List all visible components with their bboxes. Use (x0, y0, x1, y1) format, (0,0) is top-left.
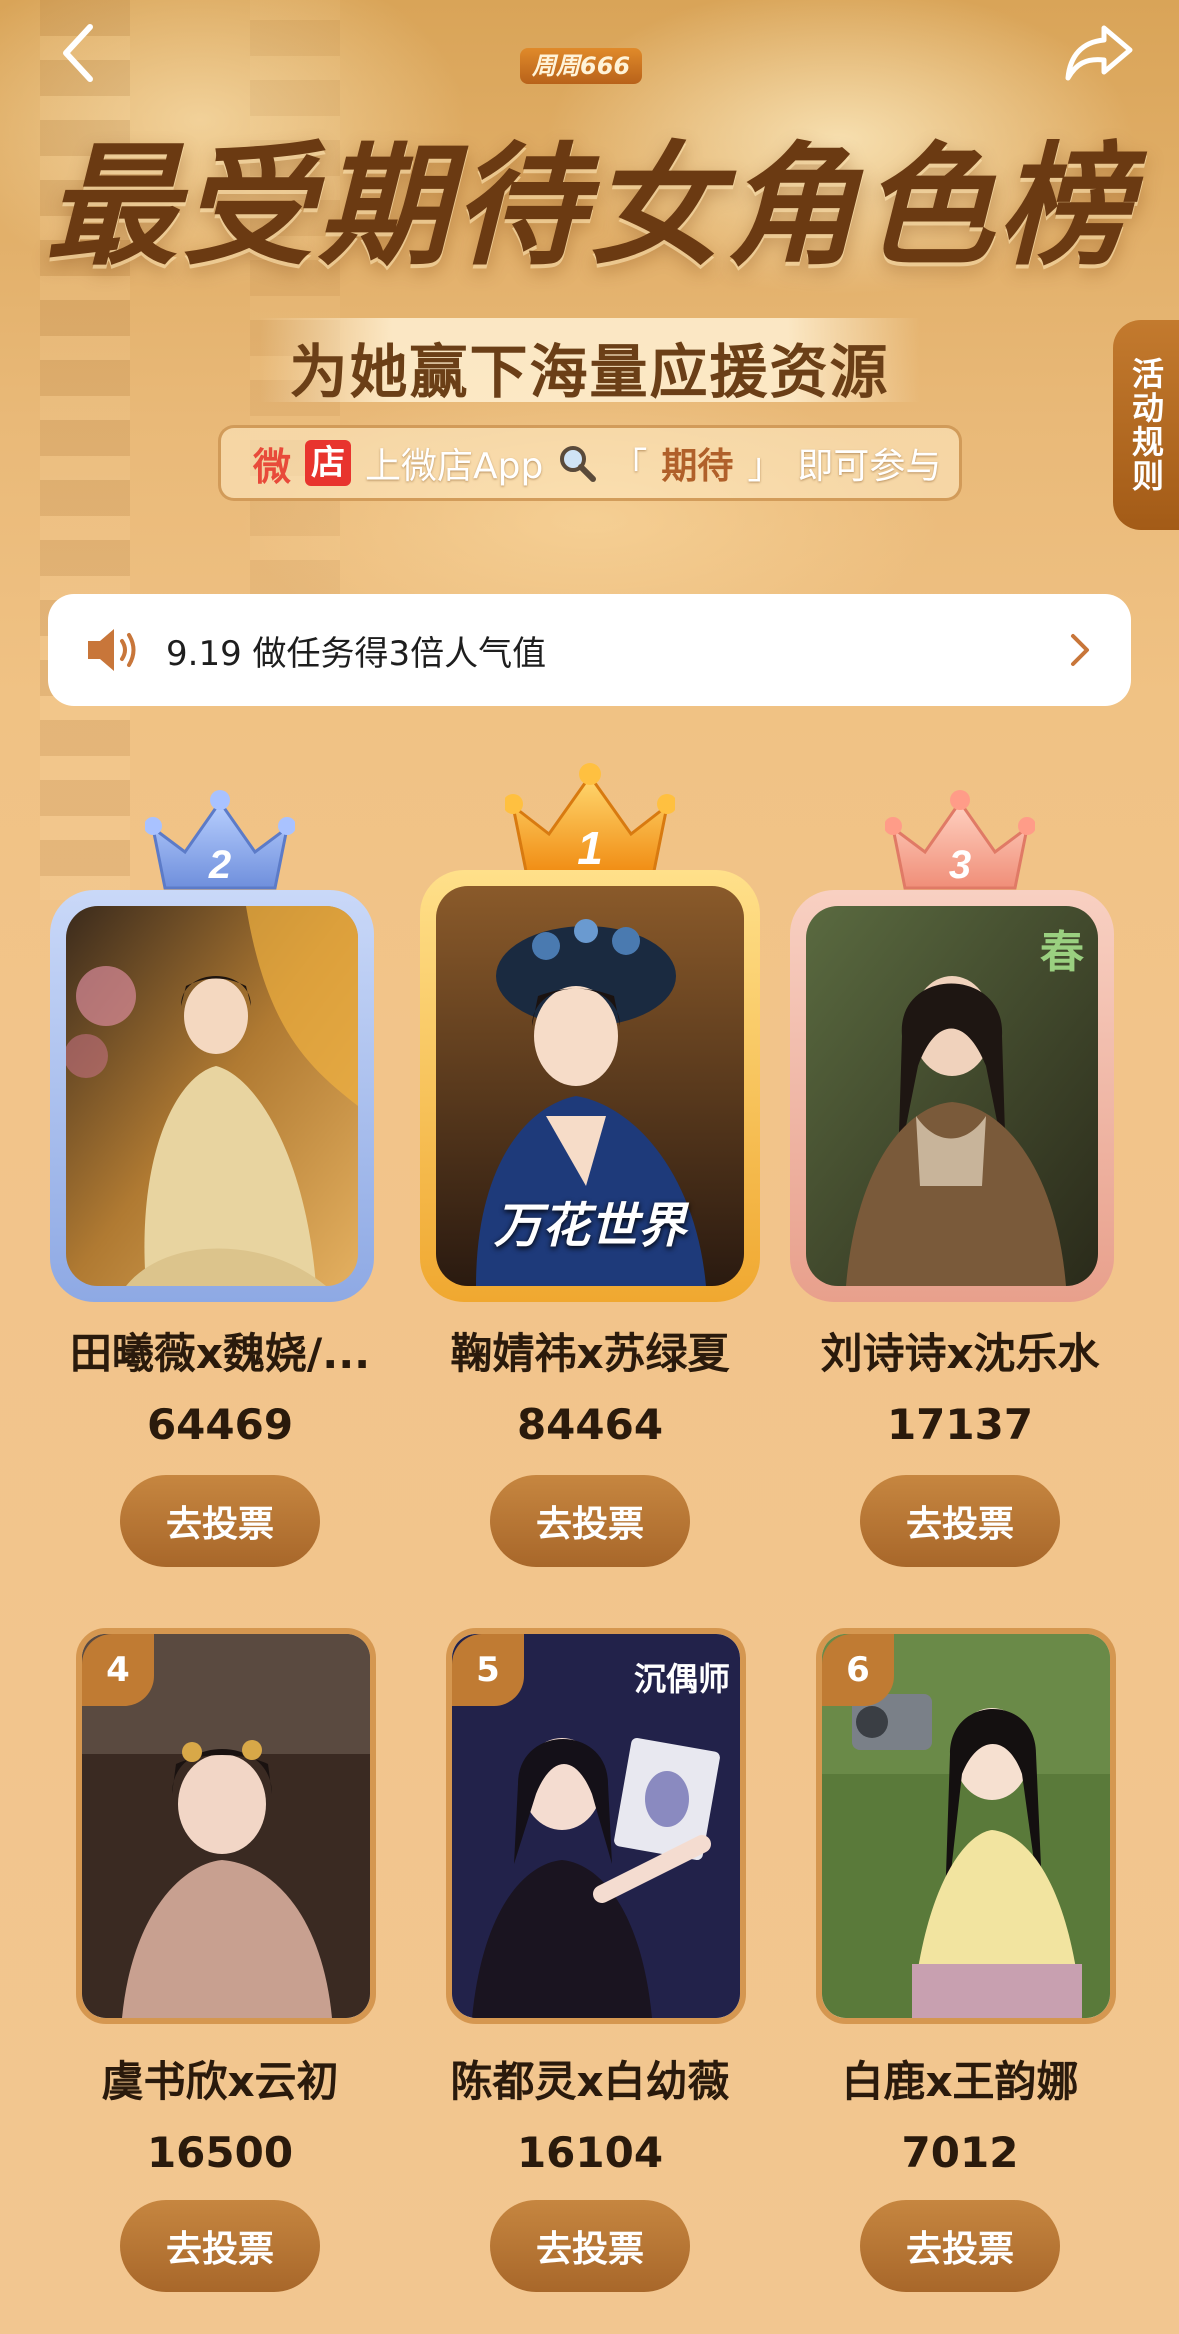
app-hint-suffix: 即可参与 (797, 446, 942, 487)
notice-bar[interactable]: 9.19 做任务得3倍人气值 (48, 594, 1131, 706)
brand-badge: 周周666 (520, 48, 643, 84)
notice-text: 9.19 做任务得3倍人气值 (166, 633, 547, 674)
vote-count: 7012 (901, 2128, 1019, 2177)
app-hint-banner: 微 店 上微店App 「 期待 」 即可参与 (218, 425, 962, 501)
candidate-name: 鞠婧祎x苏绿夏 (450, 1329, 730, 1378)
rank-number: 3 (949, 843, 971, 887)
quote-close: 」 (747, 446, 784, 487)
rank-card-6[interactable]: 6 白鹿x王韵娜 7012 去投票 (790, 1628, 1130, 2328)
rank-2-frame (50, 890, 374, 1302)
candidate-name: 田曦薇x魏娆/... (69, 1329, 371, 1378)
candidate-name: 陈都灵x白幼薇 (450, 2057, 730, 2106)
share-button[interactable] (1059, 18, 1139, 88)
vote-count: 64469 (146, 1400, 294, 1449)
back-arrow-icon (63, 24, 93, 82)
search-icon (560, 446, 597, 482)
rank-tag: 4 (82, 1634, 154, 1706)
poster-title: 春 (1040, 927, 1084, 978)
vote-count: 16500 (146, 2128, 294, 2177)
portrait-image (66, 906, 358, 1286)
rank-card-5[interactable]: 沉偶师 5 陈都灵x白幼薇 16104 去投票 (420, 1628, 760, 2328)
rank-number: 2 (208, 843, 231, 887)
page-subtitle: 为她赢下海量应援资源 (289, 338, 890, 406)
candidate-name: 刘诗诗x沈乐水 (820, 1329, 1100, 1378)
crown-icon: 2 (145, 790, 295, 890)
vote-button[interactable]: 去投票 (490, 2200, 690, 2292)
rank-tag: 6 (822, 1634, 894, 1706)
rank-3-photo: 春 (806, 906, 1098, 1286)
page-title: 最受期待女角色榜 (45, 129, 1134, 284)
vote-button[interactable]: 去投票 (120, 2200, 320, 2292)
rank-2-photo (66, 906, 358, 1286)
vote-count: 84464 (516, 1400, 664, 1449)
rank-6-frame: 6 (816, 1628, 1116, 2024)
rules-tab[interactable]: 活动规则 (1113, 320, 1179, 530)
crown-icon: 1 (505, 763, 675, 878)
candidate-name: 虞书欣x云初 (101, 2057, 339, 2106)
vote-button[interactable]: 去投票 (490, 1475, 690, 1567)
app-hint-prefix: 上微店App (365, 446, 544, 487)
crown-icon: 3 (885, 790, 1035, 890)
vote-button[interactable]: 去投票 (120, 1475, 320, 1567)
rank-card-4[interactable]: 4 虞书欣x云初 16500 去投票 (50, 1628, 390, 2328)
poster-title: 万花世界 (493, 1198, 686, 1254)
share-icon (1065, 25, 1133, 81)
back-button[interactable] (48, 18, 108, 88)
poster-title: 沉偶师 (633, 1660, 730, 1698)
vote-button[interactable]: 去投票 (860, 2200, 1060, 2292)
quote-open: 「 (611, 446, 648, 487)
weidian-logo-wei: 微 (253, 444, 292, 489)
rank-4-frame: 4 (76, 1628, 376, 2024)
rank-card-3[interactable]: 3 春 刘诗诗x沈乐水 17137 去投票 (790, 780, 1130, 1580)
rank-1-frame: 万花世界 (420, 870, 760, 1302)
rank-1-photo: 万花世界 (436, 886, 744, 1286)
rank-3-frame: 春 (790, 890, 1114, 1302)
weidian-logo-dian: 店 (305, 440, 352, 486)
chevron-right-icon (1071, 634, 1089, 666)
vote-count: 17137 (886, 1400, 1034, 1449)
rank-card-2[interactable]: 2 田曦薇x魏娆/... 64469 去投票 (50, 780, 390, 1580)
rank-number: 1 (577, 822, 603, 874)
rank-5-frame: 沉偶师 5 (446, 1628, 746, 2024)
app-hint-keyword: 期待 (661, 446, 734, 487)
candidate-name: 白鹿x王韵娜 (841, 2057, 1079, 2106)
speaker-icon (88, 629, 136, 671)
vote-button[interactable]: 去投票 (860, 1475, 1060, 1567)
rank-card-1[interactable]: 1 万花世界 鞠婧祎x苏绿夏 84464 去投票 (420, 760, 760, 1580)
rank-tag: 5 (452, 1634, 524, 1706)
vote-count: 16104 (516, 2128, 664, 2177)
